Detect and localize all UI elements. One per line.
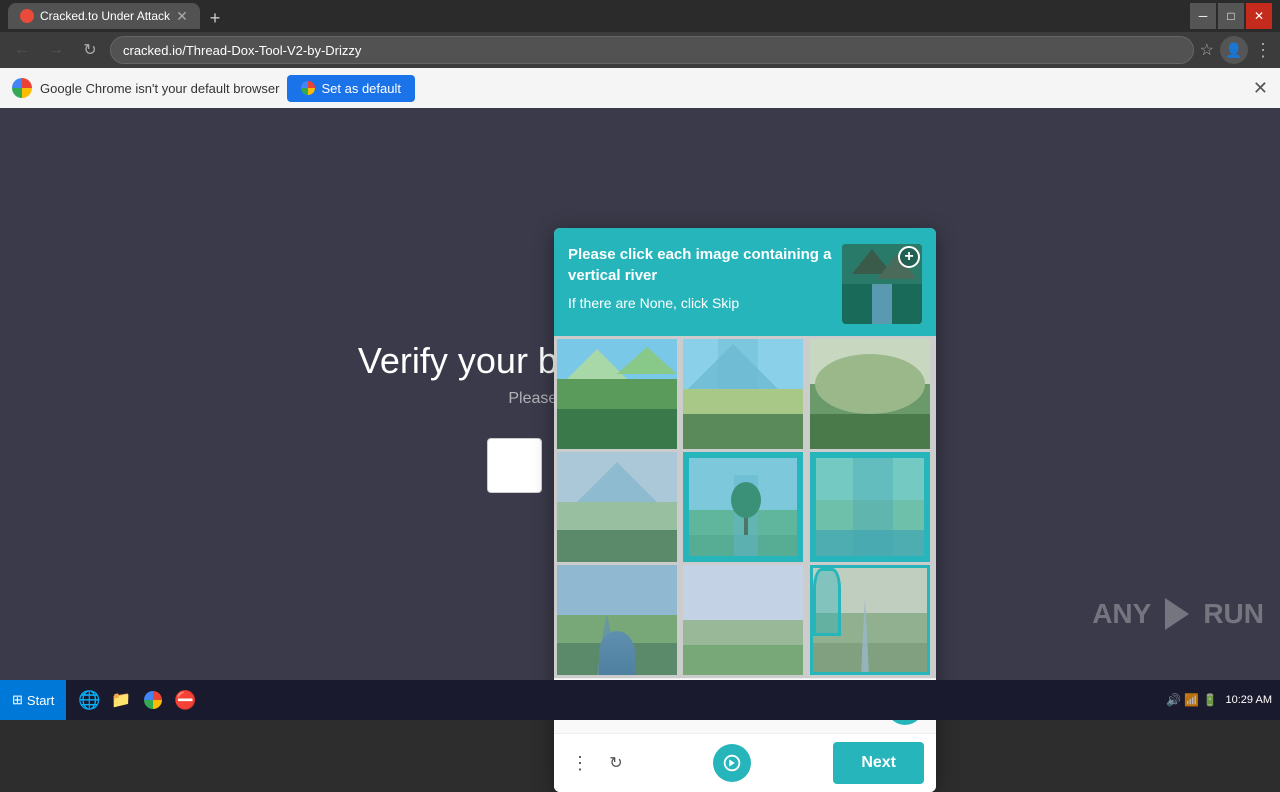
browser-chrome: Cracked.to Under Attack ✕ + ─ □ ✕ ← → ↻ … [0,0,1280,108]
maximize-button[interactable]: □ [1218,3,1244,29]
active-tab[interactable]: Cracked.to Under Attack ✕ [8,3,200,29]
window-controls: ─ □ ✕ [1190,3,1272,29]
forward-button[interactable]: → [42,36,70,64]
set-default-button[interactable]: Set as default [287,75,415,102]
chrome-logo [12,78,32,98]
reload-button[interactable]: ↻ [76,36,104,64]
start-button[interactable]: ⊞ Start [0,680,66,720]
captcha-instruction: Please click each image containing a ver… [568,244,832,314]
back-button[interactable]: ← [8,36,36,64]
more-options-button[interactable]: ⋮ [566,749,594,777]
captcha-actions: ⋮ ↻ Next [554,733,936,792]
address-input[interactable] [110,36,1194,64]
tab-close-button[interactable]: ✕ [176,8,188,25]
new-tab-button[interactable]: + [202,8,229,29]
grid-cell-2[interactable] [683,339,803,449]
tab-title: Cracked.to Under Attack [40,9,170,23]
address-bar: ← → ↻ ☆ 👤 ⋮ [0,32,1280,68]
grid-cell-3[interactable] [810,339,930,449]
content-area: Verify your browser on crackedd.to. Plea… [0,108,1280,680]
profile-button[interactable]: 👤 [1220,36,1248,64]
grid-cell-1[interactable] [557,339,677,449]
notification-close-button[interactable]: ✕ [1253,78,1268,99]
notification-message: Google Chrome isn't your default browser [40,81,279,96]
anyrun-logo: ANY RUN [1092,596,1264,632]
plus-icon: + [898,246,920,268]
taskbar-chrome-icon[interactable] [138,685,168,715]
captcha-grid [554,336,936,678]
notification-bar: Google Chrome isn't your default browser… [0,68,1280,108]
captcha-thumbnail: + [842,244,922,324]
captcha-center-logo [638,744,825,782]
captcha-header: Please click each image containing a ver… [554,228,936,336]
taskbar-clock: 10:29 AM [1226,694,1272,706]
grid-cell-5[interactable] [683,452,803,562]
next-button[interactable]: Next [833,742,924,784]
windows-icon: ⊞ [12,692,23,708]
taskbar-system-icons: 🔊 📶 🔋 [1166,693,1218,707]
grid-cell-9[interactable] [810,565,930,675]
title-bar: Cracked.to Under Attack ✕ + ─ □ ✕ [0,0,1280,32]
taskbar-ie-icon[interactable]: 🌐 [74,685,104,715]
grid-cell-7[interactable] [557,565,677,675]
grid-cell-8[interactable] [683,565,803,675]
captcha-logo-action [713,744,751,782]
reload-captcha-button[interactable]: ↻ [602,749,630,777]
minimize-button[interactable]: ─ [1190,3,1216,29]
taskbar: ⊞ Start 🌐 📁 ⛔ 🔊 📶 🔋 10:29 AM [0,680,1280,720]
captcha-checkbox[interactable] [487,438,542,493]
close-button[interactable]: ✕ [1246,3,1272,29]
tab-favicon [20,9,34,23]
anyrun-play-icon [1159,596,1195,632]
taskbar-icons: 🌐 📁 ⛔ [66,685,208,715]
taskbar-folder-icon[interactable]: 📁 [106,685,136,715]
menu-icon[interactable]: ⋮ [1254,40,1272,61]
taskbar-right: 🔊 📶 🔋 10:29 AM [1158,693,1280,707]
grid-cell-4[interactable] [557,452,677,562]
grid-cell-6[interactable] [810,452,930,562]
tab-area: Cracked.to Under Attack ✕ + [8,3,1182,29]
bookmark-icon[interactable]: ☆ [1200,40,1214,60]
taskbar-warning-icon[interactable]: ⛔ [170,685,200,715]
chrome-icon-small [301,81,315,95]
